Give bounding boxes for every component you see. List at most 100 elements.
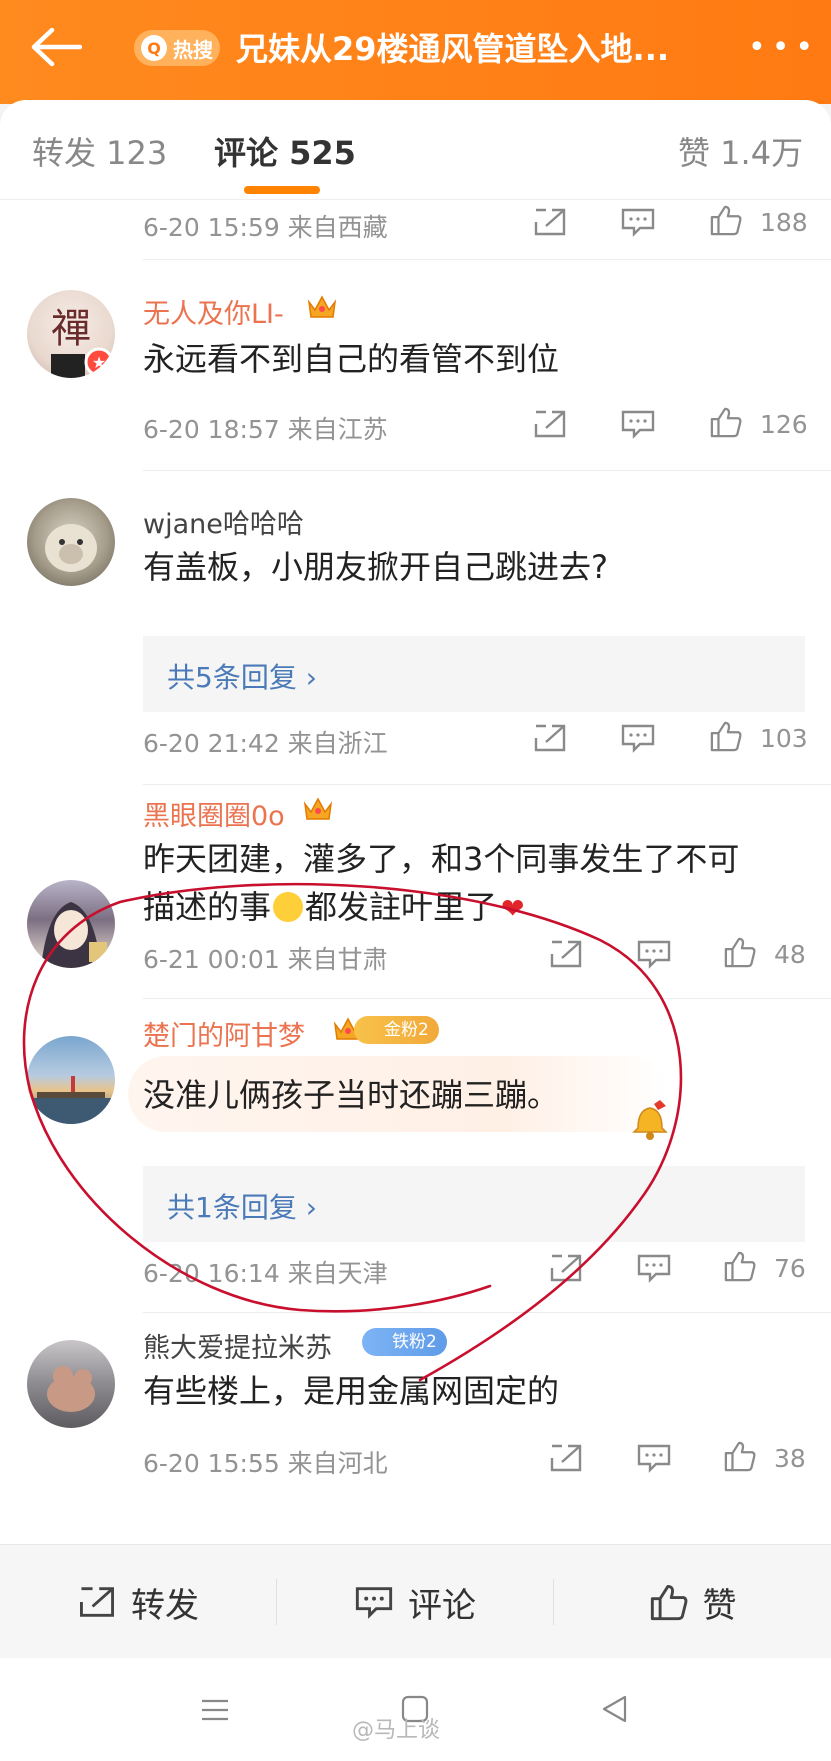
like-count: 48 — [774, 940, 806, 969]
hot-search-badge[interactable]: Q 热搜 — [134, 30, 220, 66]
crown-icon — [307, 295, 337, 318]
like-button[interactable]: 赞 — [554, 1545, 831, 1659]
comment-meta: 6-21 00:01 来自甘肃 — [143, 945, 388, 974]
comment-button[interactable]: 评论 — [277, 1545, 553, 1659]
back-icon[interactable] — [600, 1694, 628, 1724]
bell-decoration-icon — [632, 1100, 668, 1140]
watermark: @马上谈 — [352, 1718, 441, 1743]
like-icon[interactable] — [722, 1250, 758, 1282]
share-icon[interactable] — [548, 1252, 584, 1284]
divider — [143, 259, 831, 260]
heart-emoji-icon: ❤ — [501, 892, 525, 925]
comment-meta: 6-20 18:57 来自江苏 — [143, 415, 388, 444]
like-icon — [650, 1585, 687, 1621]
comment-icon[interactable] — [620, 722, 656, 754]
username[interactable]: 熊大爱提拉米苏 — [143, 1326, 332, 1365]
bottom-action-bar: 转发 评论 赞 — [0, 1544, 831, 1658]
comment-label: 评论 — [408, 1585, 476, 1626]
comment-meta: 6-20 15:55 来自河北 — [143, 1449, 388, 1478]
page-title: 兄妹从29楼通风管道坠入地... — [236, 30, 670, 68]
username[interactable]: 无人及你LI- — [143, 292, 284, 331]
comment-icon[interactable] — [620, 206, 656, 238]
avatar[interactable] — [27, 1340, 115, 1428]
fan-badge-label: 金粉2 — [384, 1020, 429, 1040]
comment-icon[interactable] — [636, 1442, 672, 1474]
comment-icon — [355, 1587, 393, 1619]
tab-indicator — [244, 186, 320, 194]
reply-count-label: 共5条回复 › — [167, 661, 317, 694]
crown-icon — [303, 797, 333, 820]
username[interactable]: 楚门的阿甘梦 — [143, 1014, 305, 1053]
comment-icon[interactable] — [636, 1252, 672, 1284]
fan-badge: 铁粉2 — [362, 1328, 447, 1356]
more-menu-icon[interactable]: ••• — [748, 33, 813, 63]
fan-badge-label: 铁粉2 — [392, 1332, 437, 1352]
svg-text:禪: 禪 — [51, 306, 91, 352]
comment-text: 永远看不到自己的看管不到位 — [143, 340, 560, 378]
fan-badge: 金粉2 — [354, 1016, 439, 1044]
like-icon[interactable] — [708, 204, 744, 236]
avatar-image — [41, 902, 107, 968]
share-icon[interactable] — [548, 938, 584, 970]
comment-text-line2: 描述的事 都发註叶里了 ❤ — [143, 882, 525, 934]
tab-comments[interactable]: 评论 525 — [214, 128, 356, 174]
top-bar: Q 热搜 兄妹从29楼通风管道坠入地... ••• — [0, 0, 831, 104]
like-count: 38 — [774, 1444, 806, 1473]
reply-thread-link[interactable]: 共5条回复 › — [143, 636, 805, 712]
like-icon[interactable] — [708, 720, 744, 752]
avatar[interactable] — [27, 1036, 115, 1124]
comment-text: 没准儿俩孩子当时还蹦三蹦。 — [143, 1076, 560, 1114]
like-icon[interactable] — [722, 1440, 758, 1472]
hot-search-label: 热搜 — [173, 37, 213, 62]
like-icon[interactable] — [708, 406, 744, 438]
menu-icon[interactable] — [200, 1698, 230, 1722]
username[interactable]: 黑眼圈圈0o — [143, 794, 285, 833]
avatar-image — [47, 1366, 95, 1412]
share-icon[interactable] — [532, 722, 568, 754]
reply-thread-link[interactable]: 共1条回复 › — [143, 1166, 805, 1242]
repost-button[interactable]: 转发 — [0, 1545, 276, 1659]
comment-icon[interactable] — [636, 938, 672, 970]
avatar-image — [45, 524, 97, 572]
like-count: 126 — [760, 410, 808, 439]
avatar[interactable]: 禪 ★ — [27, 290, 115, 378]
back-arrow-icon[interactable] — [30, 26, 82, 68]
divider — [143, 470, 831, 471]
search-icon: Q — [141, 35, 167, 61]
comment-icon[interactable] — [620, 408, 656, 440]
svg-text:★: ★ — [92, 353, 106, 372]
like-count: 188 — [760, 208, 808, 237]
system-nav-bar: @马上谈 — [0, 1658, 831, 1761]
avatar-image: 禪 ★ — [51, 306, 114, 378]
like-count: 103 — [760, 724, 808, 753]
comment-text-suffix: 都发註叶里了 — [305, 888, 498, 926]
crying-emoji-icon — [273, 892, 304, 922]
repost-label: 转发 — [131, 1585, 199, 1626]
avatar-image — [27, 1076, 115, 1124]
tab-bar: 转发 123 评论 525 赞 1.4万 — [0, 100, 831, 200]
comment-meta: 6-20 16:14 来自天津 — [143, 1259, 388, 1288]
comment-text-prefix: 描述的事 — [143, 888, 272, 926]
tab-likes[interactable]: 赞 1.4万 — [678, 128, 803, 174]
comment-sheet: 转发 123 评论 525 赞 1.4万 6-20 15:59 来自西藏 188… — [0, 100, 831, 1544]
like-count: 76 — [774, 1254, 806, 1283]
username[interactable]: wjane哈哈哈 — [143, 502, 304, 541]
divider — [143, 998, 831, 999]
comment-text: 有些楼上，是用金属网固定的 — [143, 1372, 560, 1410]
divider — [143, 1312, 831, 1313]
reply-count-label: 共1条回复 › — [167, 1191, 317, 1224]
divider — [143, 784, 831, 785]
share-icon[interactable] — [532, 408, 568, 440]
avatar[interactable] — [27, 880, 115, 968]
comment-meta: 6-20 15:59 来自西藏 — [143, 213, 388, 242]
comment-text-line1: 昨天团建，灌多了，和3个同事发生了不可 — [143, 840, 740, 878]
like-label: 赞 — [702, 1585, 737, 1626]
share-icon — [80, 1587, 114, 1617]
tab-repost[interactable]: 转发 123 — [32, 128, 167, 174]
like-icon[interactable] — [722, 936, 758, 968]
comment-text: 有盖板，小朋友掀开自己跳进去? — [143, 548, 608, 586]
avatar[interactable] — [27, 498, 115, 586]
share-icon[interactable] — [548, 1442, 584, 1474]
share-icon[interactable] — [532, 206, 568, 238]
comment-meta: 6-20 21:42 来自浙江 — [143, 729, 388, 758]
